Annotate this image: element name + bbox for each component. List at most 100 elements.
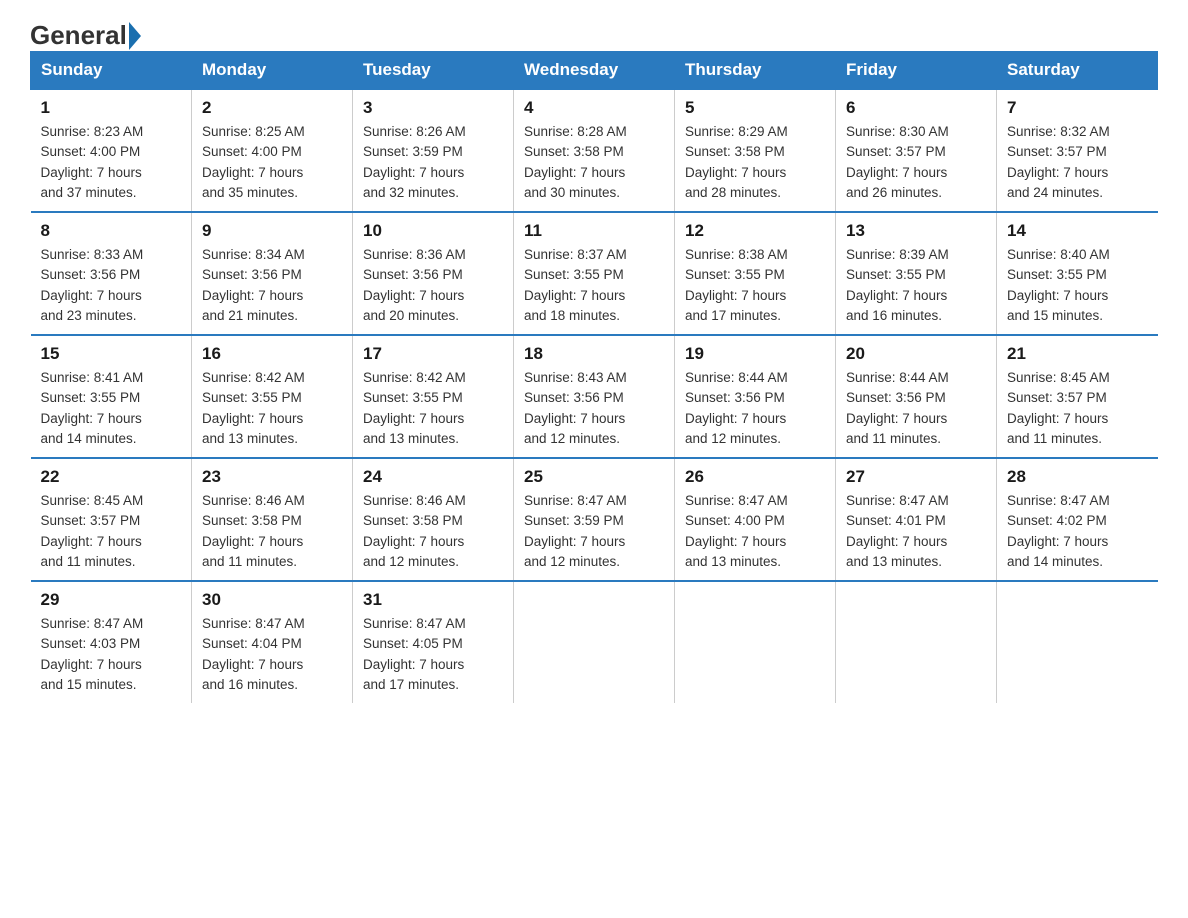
logo-general-text: General bbox=[30, 20, 127, 51]
calendar-cell: 29 Sunrise: 8:47 AMSunset: 4:03 PMDaylig… bbox=[31, 581, 192, 703]
calendar-cell bbox=[514, 581, 675, 703]
calendar-cell: 3 Sunrise: 8:26 AMSunset: 3:59 PMDayligh… bbox=[353, 89, 514, 212]
day-info: Sunrise: 8:47 AMSunset: 4:05 PMDaylight:… bbox=[363, 614, 503, 695]
day-info: Sunrise: 8:29 AMSunset: 3:58 PMDaylight:… bbox=[685, 122, 825, 203]
day-info: Sunrise: 8:25 AMSunset: 4:00 PMDaylight:… bbox=[202, 122, 342, 203]
day-info: Sunrise: 8:47 AMSunset: 4:00 PMDaylight:… bbox=[685, 491, 825, 572]
calendar-cell: 1 Sunrise: 8:23 AMSunset: 4:00 PMDayligh… bbox=[31, 89, 192, 212]
day-info: Sunrise: 8:43 AMSunset: 3:56 PMDaylight:… bbox=[524, 368, 664, 449]
calendar-cell: 20 Sunrise: 8:44 AMSunset: 3:56 PMDaylig… bbox=[836, 335, 997, 458]
calendar-header-row: SundayMondayTuesdayWednesdayThursdayFrid… bbox=[31, 52, 1158, 90]
calendar-cell: 14 Sunrise: 8:40 AMSunset: 3:55 PMDaylig… bbox=[997, 212, 1158, 335]
day-number: 6 bbox=[846, 98, 986, 118]
day-number: 9 bbox=[202, 221, 342, 241]
calendar-week-row: 29 Sunrise: 8:47 AMSunset: 4:03 PMDaylig… bbox=[31, 581, 1158, 703]
calendar-cell: 12 Sunrise: 8:38 AMSunset: 3:55 PMDaylig… bbox=[675, 212, 836, 335]
day-info: Sunrise: 8:47 AMSunset: 4:04 PMDaylight:… bbox=[202, 614, 342, 695]
calendar-cell: 4 Sunrise: 8:28 AMSunset: 3:58 PMDayligh… bbox=[514, 89, 675, 212]
calendar-header-saturday: Saturday bbox=[997, 52, 1158, 90]
day-number: 10 bbox=[363, 221, 503, 241]
day-info: Sunrise: 8:45 AMSunset: 3:57 PMDaylight:… bbox=[1007, 368, 1148, 449]
day-info: Sunrise: 8:33 AMSunset: 3:56 PMDaylight:… bbox=[41, 245, 182, 326]
calendar-cell: 26 Sunrise: 8:47 AMSunset: 4:00 PMDaylig… bbox=[675, 458, 836, 581]
day-info: Sunrise: 8:23 AMSunset: 4:00 PMDaylight:… bbox=[41, 122, 182, 203]
calendar-cell: 23 Sunrise: 8:46 AMSunset: 3:58 PMDaylig… bbox=[192, 458, 353, 581]
calendar-cell: 6 Sunrise: 8:30 AMSunset: 3:57 PMDayligh… bbox=[836, 89, 997, 212]
day-number: 21 bbox=[1007, 344, 1148, 364]
day-number: 7 bbox=[1007, 98, 1148, 118]
day-info: Sunrise: 8:28 AMSunset: 3:58 PMDaylight:… bbox=[524, 122, 664, 203]
day-info: Sunrise: 8:36 AMSunset: 3:56 PMDaylight:… bbox=[363, 245, 503, 326]
day-info: Sunrise: 8:47 AMSunset: 4:03 PMDaylight:… bbox=[41, 614, 182, 695]
calendar-cell bbox=[675, 581, 836, 703]
day-info: Sunrise: 8:47 AMSunset: 3:59 PMDaylight:… bbox=[524, 491, 664, 572]
day-info: Sunrise: 8:42 AMSunset: 3:55 PMDaylight:… bbox=[363, 368, 503, 449]
page-header: General bbox=[30, 20, 1158, 41]
day-number: 27 bbox=[846, 467, 986, 487]
day-info: Sunrise: 8:34 AMSunset: 3:56 PMDaylight:… bbox=[202, 245, 342, 326]
day-number: 15 bbox=[41, 344, 182, 364]
calendar-cell bbox=[836, 581, 997, 703]
calendar-header-monday: Monday bbox=[192, 52, 353, 90]
day-info: Sunrise: 8:37 AMSunset: 3:55 PMDaylight:… bbox=[524, 245, 664, 326]
day-number: 5 bbox=[685, 98, 825, 118]
day-info: Sunrise: 8:41 AMSunset: 3:55 PMDaylight:… bbox=[41, 368, 182, 449]
day-number: 24 bbox=[363, 467, 503, 487]
day-info: Sunrise: 8:46 AMSunset: 3:58 PMDaylight:… bbox=[202, 491, 342, 572]
day-number: 20 bbox=[846, 344, 986, 364]
day-info: Sunrise: 8:45 AMSunset: 3:57 PMDaylight:… bbox=[41, 491, 182, 572]
day-info: Sunrise: 8:44 AMSunset: 3:56 PMDaylight:… bbox=[846, 368, 986, 449]
day-info: Sunrise: 8:44 AMSunset: 3:56 PMDaylight:… bbox=[685, 368, 825, 449]
calendar-cell: 28 Sunrise: 8:47 AMSunset: 4:02 PMDaylig… bbox=[997, 458, 1158, 581]
calendar-cell: 31 Sunrise: 8:47 AMSunset: 4:05 PMDaylig… bbox=[353, 581, 514, 703]
day-info: Sunrise: 8:30 AMSunset: 3:57 PMDaylight:… bbox=[846, 122, 986, 203]
calendar-cell: 21 Sunrise: 8:45 AMSunset: 3:57 PMDaylig… bbox=[997, 335, 1158, 458]
calendar-cell: 11 Sunrise: 8:37 AMSunset: 3:55 PMDaylig… bbox=[514, 212, 675, 335]
day-number: 25 bbox=[524, 467, 664, 487]
day-info: Sunrise: 8:38 AMSunset: 3:55 PMDaylight:… bbox=[685, 245, 825, 326]
day-number: 17 bbox=[363, 344, 503, 364]
calendar-cell: 16 Sunrise: 8:42 AMSunset: 3:55 PMDaylig… bbox=[192, 335, 353, 458]
day-info: Sunrise: 8:39 AMSunset: 3:55 PMDaylight:… bbox=[846, 245, 986, 326]
calendar-cell: 25 Sunrise: 8:47 AMSunset: 3:59 PMDaylig… bbox=[514, 458, 675, 581]
calendar-table: SundayMondayTuesdayWednesdayThursdayFrid… bbox=[30, 51, 1158, 703]
calendar-cell: 9 Sunrise: 8:34 AMSunset: 3:56 PMDayligh… bbox=[192, 212, 353, 335]
calendar-week-row: 1 Sunrise: 8:23 AMSunset: 4:00 PMDayligh… bbox=[31, 89, 1158, 212]
logo-arrow-icon bbox=[129, 22, 141, 50]
day-number: 18 bbox=[524, 344, 664, 364]
day-number: 13 bbox=[846, 221, 986, 241]
calendar-cell: 18 Sunrise: 8:43 AMSunset: 3:56 PMDaylig… bbox=[514, 335, 675, 458]
day-number: 3 bbox=[363, 98, 503, 118]
calendar-header-friday: Friday bbox=[836, 52, 997, 90]
calendar-cell: 2 Sunrise: 8:25 AMSunset: 4:00 PMDayligh… bbox=[192, 89, 353, 212]
day-number: 11 bbox=[524, 221, 664, 241]
calendar-header-wednesday: Wednesday bbox=[514, 52, 675, 90]
calendar-header-sunday: Sunday bbox=[31, 52, 192, 90]
day-number: 2 bbox=[202, 98, 342, 118]
logo: General bbox=[30, 20, 143, 41]
calendar-cell bbox=[997, 581, 1158, 703]
day-number: 30 bbox=[202, 590, 342, 610]
day-info: Sunrise: 8:40 AMSunset: 3:55 PMDaylight:… bbox=[1007, 245, 1148, 326]
day-number: 29 bbox=[41, 590, 182, 610]
calendar-week-row: 15 Sunrise: 8:41 AMSunset: 3:55 PMDaylig… bbox=[31, 335, 1158, 458]
day-number: 22 bbox=[41, 467, 182, 487]
calendar-cell: 17 Sunrise: 8:42 AMSunset: 3:55 PMDaylig… bbox=[353, 335, 514, 458]
day-number: 14 bbox=[1007, 221, 1148, 241]
day-info: Sunrise: 8:32 AMSunset: 3:57 PMDaylight:… bbox=[1007, 122, 1148, 203]
calendar-cell: 5 Sunrise: 8:29 AMSunset: 3:58 PMDayligh… bbox=[675, 89, 836, 212]
calendar-cell: 10 Sunrise: 8:36 AMSunset: 3:56 PMDaylig… bbox=[353, 212, 514, 335]
day-number: 19 bbox=[685, 344, 825, 364]
calendar-cell: 7 Sunrise: 8:32 AMSunset: 3:57 PMDayligh… bbox=[997, 89, 1158, 212]
calendar-cell: 22 Sunrise: 8:45 AMSunset: 3:57 PMDaylig… bbox=[31, 458, 192, 581]
day-number: 23 bbox=[202, 467, 342, 487]
day-number: 8 bbox=[41, 221, 182, 241]
day-number: 12 bbox=[685, 221, 825, 241]
day-info: Sunrise: 8:47 AMSunset: 4:01 PMDaylight:… bbox=[846, 491, 986, 572]
day-number: 4 bbox=[524, 98, 664, 118]
day-number: 16 bbox=[202, 344, 342, 364]
calendar-cell: 30 Sunrise: 8:47 AMSunset: 4:04 PMDaylig… bbox=[192, 581, 353, 703]
day-info: Sunrise: 8:26 AMSunset: 3:59 PMDaylight:… bbox=[363, 122, 503, 203]
calendar-cell: 13 Sunrise: 8:39 AMSunset: 3:55 PMDaylig… bbox=[836, 212, 997, 335]
calendar-cell: 15 Sunrise: 8:41 AMSunset: 3:55 PMDaylig… bbox=[31, 335, 192, 458]
